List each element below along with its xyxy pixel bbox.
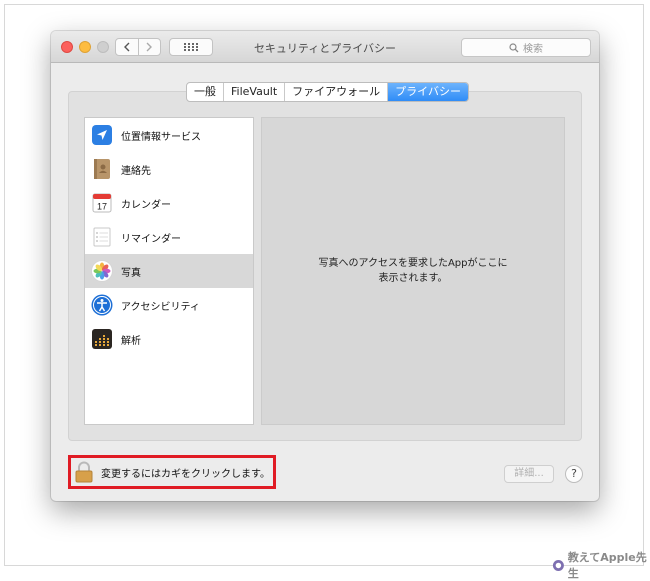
tab-privacy[interactable]: プライバシー xyxy=(387,83,468,101)
list-item-label: 写真 xyxy=(121,267,141,279)
list-item-label: 解析 xyxy=(121,335,141,347)
list-item-label: リマインダー xyxy=(121,233,181,245)
contacts-book-icon xyxy=(91,158,113,180)
reminders-icon xyxy=(91,226,113,248)
location-arrow-icon xyxy=(91,124,113,146)
tab-firewall[interactable]: ファイアウォール xyxy=(284,83,387,101)
watermark: 教えてApple先生 xyxy=(552,549,650,581)
list-item-location[interactable]: 位置情報サービス xyxy=(85,118,253,152)
list-item-label: 位置情報サービス xyxy=(121,131,201,143)
calendar-day: 17 xyxy=(97,202,107,212)
list-item-label: アクセシビリティ xyxy=(121,301,200,313)
title-bar: セキュリティとプライバシー 検索 xyxy=(51,31,599,63)
tab-general[interactable]: 一般 xyxy=(187,83,223,101)
list-item-analytics[interactable]: 解析 xyxy=(85,322,253,356)
tab-filevault[interactable]: FileVault xyxy=(223,83,284,101)
list-item-label: 連絡先 xyxy=(121,165,151,177)
list-item-photos[interactable]: 写真 xyxy=(85,254,253,288)
lock-label: 変更するにはカギをクリックします。 xyxy=(101,468,270,480)
detail-pane: 写真へのアクセスを要求したAppがここに表示されます。 xyxy=(261,117,565,425)
list-item-contacts[interactable]: 連絡先 xyxy=(85,152,253,186)
search-icon xyxy=(509,42,519,52)
preferences-window: セキュリティとプライバシー 検索 一般 FileVault ファイアウォール プ… xyxy=(51,31,599,501)
accessibility-icon xyxy=(91,294,113,316)
list-item-label: カレンダー xyxy=(121,199,171,211)
list-item-accessibility[interactable]: アクセシビリティ xyxy=(85,288,253,322)
apple-logo-icon xyxy=(552,559,564,571)
tab-bar: 一般 FileVault ファイアウォール プライバシー xyxy=(186,82,469,102)
calendar-icon: 17 xyxy=(91,192,113,214)
analytics-icon xyxy=(91,328,113,350)
list-item-reminders[interactable]: リマインダー xyxy=(85,220,253,254)
photos-flower-icon xyxy=(91,260,113,282)
lock-icon[interactable] xyxy=(75,461,93,483)
search-placeholder: 検索 xyxy=(523,44,543,55)
lock-area[interactable]: 変更するにはカギをクリックします。 xyxy=(68,455,276,489)
help-button[interactable]: ? xyxy=(565,465,583,483)
advanced-button[interactable]: 詳細... xyxy=(504,465,554,483)
detail-message: 写真へのアクセスを要求したAppがここに表示されます。 xyxy=(318,258,508,284)
list-item-calendar[interactable]: 17 カレンダー xyxy=(85,186,253,220)
watermark-text: 教えてApple先生 xyxy=(567,551,647,580)
privacy-category-list: 位置情報サービス 連絡先 17 カレンダー リマインダー 写真 アクセシビリティ… xyxy=(84,117,254,425)
search-field[interactable]: 検索 xyxy=(461,38,591,57)
